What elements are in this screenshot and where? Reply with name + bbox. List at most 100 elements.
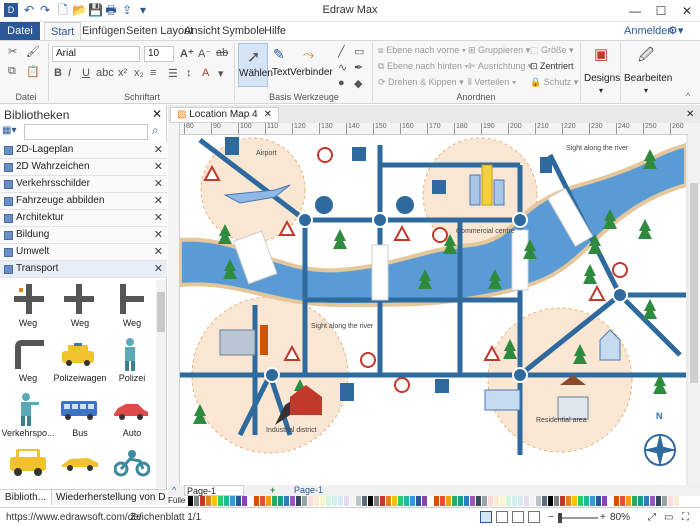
color-swatch[interactable] [620,496,625,506]
shape-police-car[interactable]: Polizeiwagen [52,335,107,383]
fullscreen-toggle-icon[interactable]: ⛶ [682,508,689,527]
color-swatch[interactable] [458,496,463,506]
align-text-icon[interactable]: ≡ [150,67,156,79]
collapse-ribbon-icon[interactable]: ^ [686,91,690,101]
color-swatch[interactable] [278,496,283,506]
text-tool-button[interactable]: ✎ Text [270,43,292,87]
select-tool-button[interactable]: ➚ Wählen [238,43,273,87]
clear-format-icon[interactable]: ab [216,47,228,59]
color-swatch[interactable] [218,496,223,506]
color-swatch[interactable] [404,496,409,506]
tab-recovery[interactable]: Wiederherstellung von Da... [56,490,166,505]
color-swatch[interactable] [326,496,331,506]
color-swatch[interactable] [674,496,679,506]
color-swatch[interactable] [656,496,661,506]
collapse-pages-icon[interactable]: ^ [172,485,176,496]
color-swatch[interactable] [470,496,475,506]
color-swatch[interactable] [386,496,391,506]
line-spacing-icon[interactable]: ↕ [186,67,192,79]
bullets-icon[interactable]: ☰ [168,67,178,80]
color-swatch[interactable] [194,496,199,506]
close-category-icon[interactable]: ✕ [154,193,163,209]
open-folder-icon[interactable]: 📂 [72,3,87,17]
color-swatch[interactable] [302,496,307,506]
group-button[interactable]: ⊞ Gruppieren ▾ [468,43,530,57]
close-window-icon[interactable]: ✕ [676,2,698,20]
color-swatch[interactable] [398,496,403,506]
rotate-flip-button[interactable]: ⟳ Drehen & Kippen ▾ [378,75,464,89]
font-family-select[interactable]: Arial [52,46,140,62]
color-swatch[interactable] [224,496,229,506]
color-swatch[interactable] [266,496,271,506]
maximize-icon[interactable]: ☐ [650,2,672,20]
color-swatch[interactable] [200,496,205,506]
color-swatch[interactable] [542,496,547,506]
close-category-icon[interactable]: ✕ [154,210,163,226]
color-swatch[interactable] [548,496,553,506]
fullscreen-icon[interactable] [528,511,540,523]
scrollbar-thumb[interactable] [157,292,165,332]
library-category[interactable]: 2D Wahrzeichen ✕ [0,159,167,176]
color-swatch[interactable] [668,496,673,506]
close-tab-right-icon[interactable]: ✕ [686,109,694,120]
close-category-icon[interactable]: ✕ [154,142,163,158]
shrink-font-icon[interactable]: A⁻ [198,47,211,60]
color-swatch[interactable] [284,496,289,506]
library-search-input[interactable] [24,124,148,140]
page-select[interactable]: Page-1 [184,485,244,496]
shape-road-tee[interactable]: Weg [104,280,155,328]
close-category-icon[interactable]: ✕ [154,227,163,243]
zoom-slider[interactable] [558,513,598,523]
color-swatch[interactable] [296,496,301,506]
canvas-vertical-scrollbar[interactable] [688,123,700,485]
polygon-tool-icon[interactable]: ◆ [354,77,362,90]
italic-icon[interactable]: I [68,67,71,79]
color-swatch[interactable] [494,496,499,506]
color-swatch[interactable] [440,496,445,506]
distribute-button[interactable]: ⫴ Verteilen ▾ [468,75,516,89]
color-swatch[interactable] [350,496,355,506]
export-icon[interactable]: ⇪ [120,3,134,17]
zoom-out-icon[interactable]: − [548,508,554,527]
font-color-icon[interactable]: A [202,67,209,79]
designs-button[interactable]: ▣ Designs ▾ [584,43,620,99]
zoom-in-icon[interactable]: + [600,508,606,527]
rectangle-tool-icon[interactable]: ▭ [354,45,364,58]
close-category-icon[interactable]: ✕ [154,159,163,175]
scrollbar-thumb[interactable] [690,183,698,383]
color-swatch[interactable] [584,496,589,506]
color-swatch[interactable] [374,496,379,506]
add-page-icon[interactable]: + [270,485,275,496]
send-back-button[interactable]: ⧉ Ebene nach hinten ▾ [378,59,468,73]
close-category-icon[interactable]: ✕ [154,176,163,192]
color-swatch[interactable] [392,496,397,506]
color-swatch[interactable] [596,496,601,506]
zoom-slider-thumb[interactable] [558,513,562,523]
minimize-icon[interactable]: — [624,2,646,20]
protect-button[interactable]: 🔒 Schutz ▾ [530,75,578,89]
color-swatch[interactable] [338,496,343,506]
color-swatch[interactable] [506,496,511,506]
pen-tool-icon[interactable]: ✒ [354,61,363,74]
location-map[interactable] [180,135,686,485]
document-tab[interactable]: ▧ Location Map 4 ✕ [170,107,280,123]
color-swatch[interactable] [578,496,583,506]
color-swatch[interactable] [614,496,619,506]
color-swatch[interactable] [650,496,655,506]
color-swatch[interactable] [644,496,649,506]
page-tab[interactable]: Page-1 [294,485,323,496]
grow-font-icon[interactable]: A⁺ [180,47,194,60]
shape-road-plus[interactable]: Weg [52,280,104,328]
close-category-icon[interactable]: ✕ [154,261,163,277]
color-swatch[interactable] [512,496,517,506]
format-painter-icon[interactable]: 🖌 [26,45,40,58]
shape-road-corner[interactable]: Weg [0,335,52,383]
color-swatch[interactable] [590,496,595,506]
connector-tool-button[interactable]: ⤳ Verbinder [290,43,333,87]
cut-icon[interactable]: ✂ [8,45,17,58]
color-swatch[interactable] [380,496,385,506]
zoom-level[interactable]: 80% [610,508,630,527]
fit-width-icon[interactable] [512,511,524,523]
new-file-icon[interactable]: 🗋 [56,3,70,17]
color-swatch[interactable] [260,496,265,506]
